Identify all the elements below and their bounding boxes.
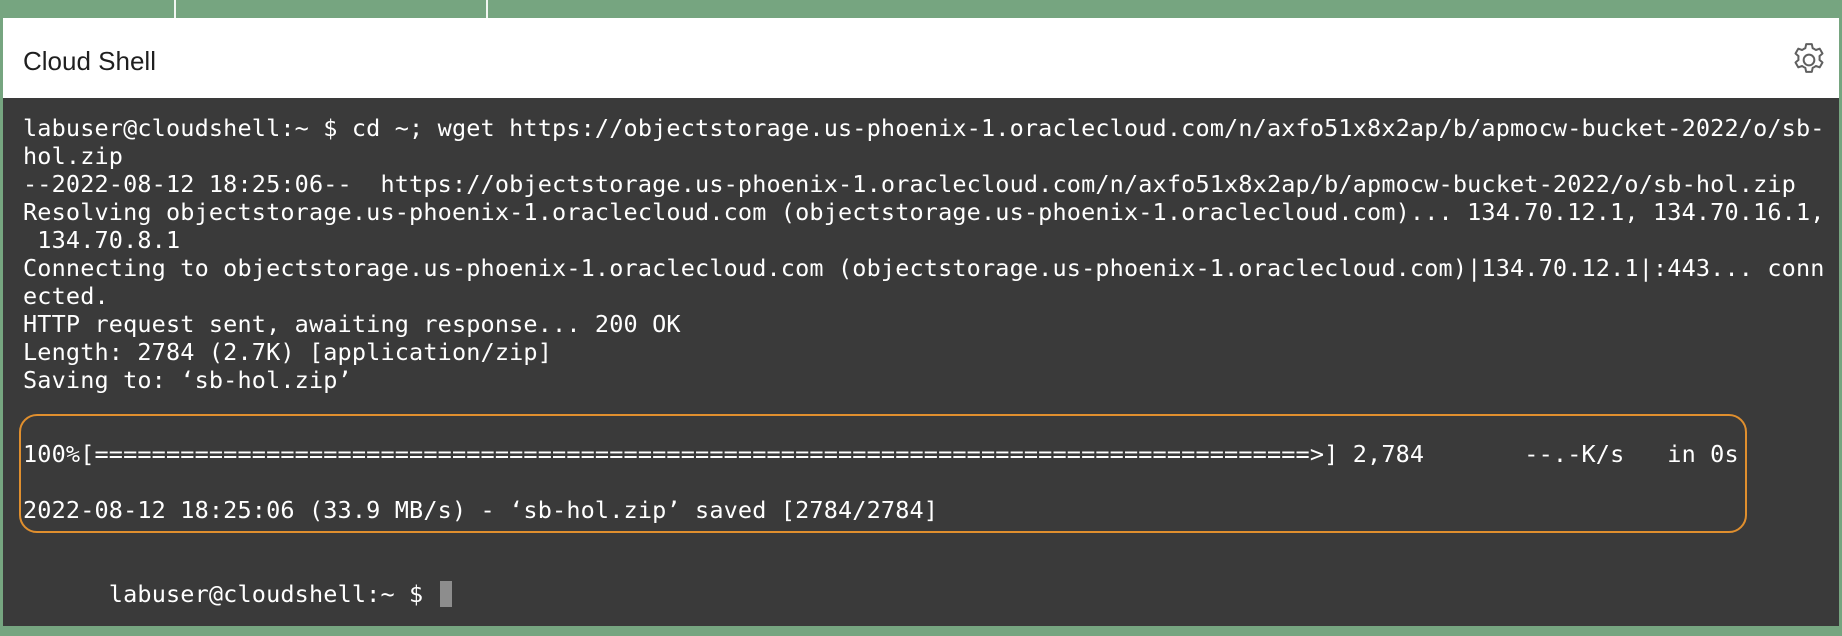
strip-divider <box>486 0 488 18</box>
terminal-line: --2022-08-12 18:25:06-- https://objectst… <box>23 170 1796 198</box>
terminal-line: hol.zip <box>23 142 124 170</box>
gear-icon <box>1794 43 1824 73</box>
terminal-output[interactable]: labuser@cloudshell:~ $ cd ~; wget https:… <box>3 98 1839 626</box>
prompt-text: labuser@cloudshell:~ $ <box>108 580 438 608</box>
terminal-line: HTTP request sent, awaiting response... … <box>23 310 681 338</box>
command-prompt[interactable]: labuser@cloudshell:~ $ <box>23 552 452 636</box>
terminal-line: Resolving objectstorage.us-phoenix-1.ora… <box>23 198 1825 226</box>
strip-divider <box>174 0 176 18</box>
cloud-shell-header: Cloud Shell <box>3 18 1839 98</box>
settings-button[interactable] <box>1789 40 1829 80</box>
terminal-cursor <box>439 581 452 607</box>
panel-title: Cloud Shell <box>23 46 156 76</box>
terminal-line: Saving to: ‘sb-hol.zip’ <box>23 366 352 394</box>
terminal-line: Length: 2784 (2.7K) [application/zip] <box>23 338 553 366</box>
terminal-line: Connecting to objectstorage.us-phoenix-1… <box>23 254 1825 282</box>
terminal-line: ected. <box>23 282 109 310</box>
top-strip <box>0 0 1842 18</box>
terminal-line: 134.70.8.1 <box>23 226 181 254</box>
download-saved-line: 2022-08-12 18:25:06 (33.9 MB/s) - ‘sb-ho… <box>23 496 939 524</box>
terminal-line: labuser@cloudshell:~ $ cd ~; wget https:… <box>23 114 1825 142</box>
download-progress-line: 100%[===================================… <box>23 440 1739 468</box>
cloud-shell-panel: Cloud Shell labuser@cloudshell:~ $ cd ~;… <box>3 18 1839 626</box>
